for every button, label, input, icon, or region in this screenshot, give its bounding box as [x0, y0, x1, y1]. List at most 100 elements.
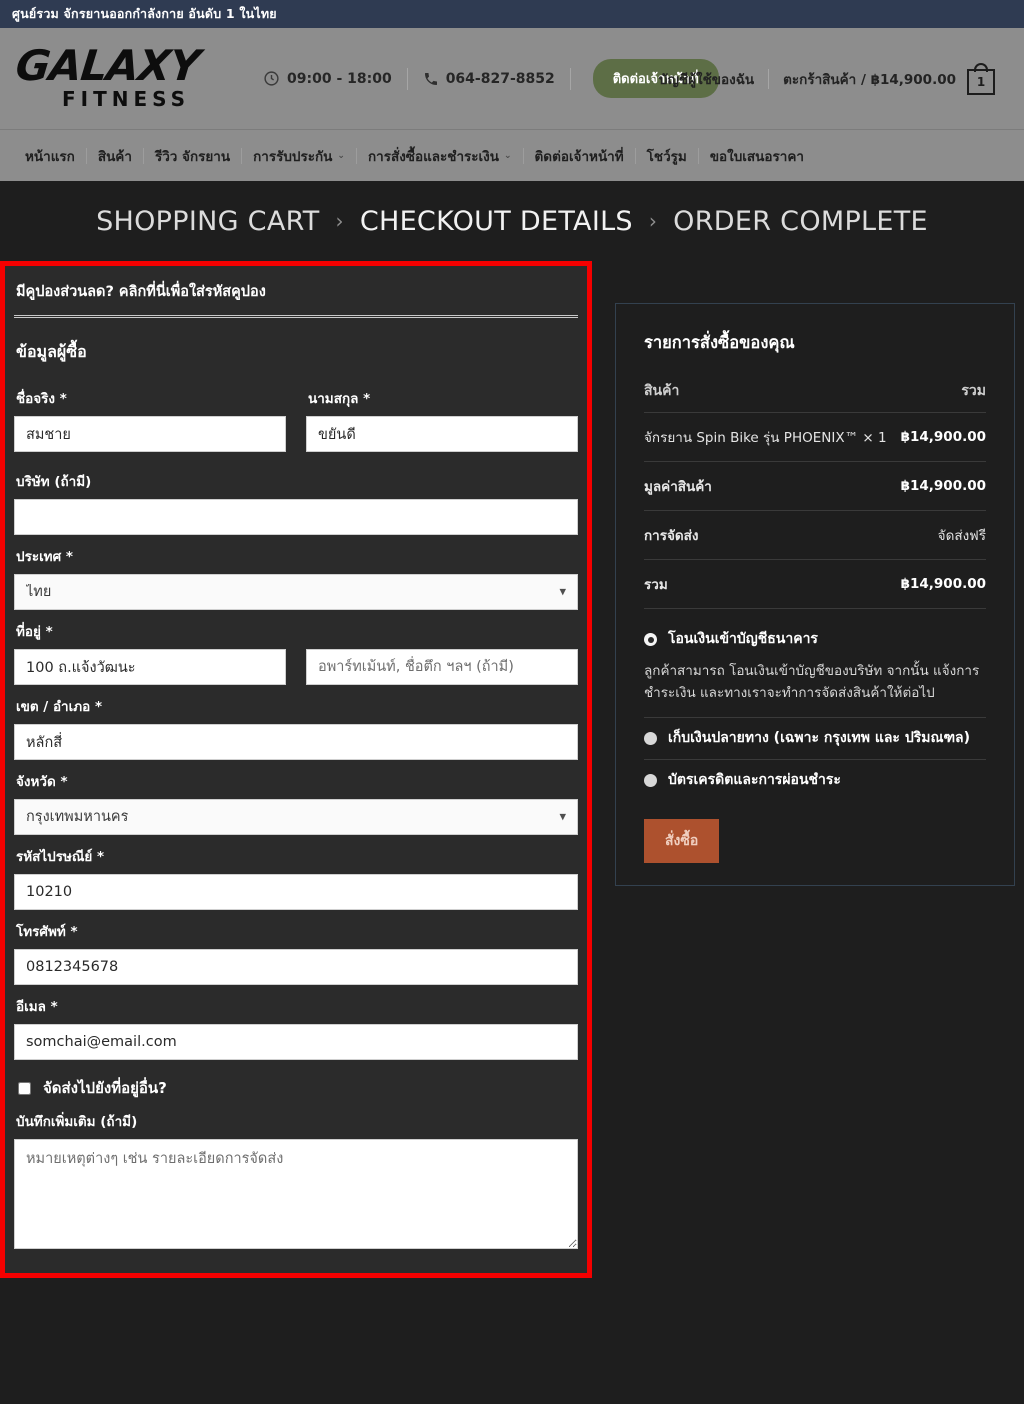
- nav-label: ติดต่อเจ้าหน้าที่: [534, 148, 624, 165]
- business-hours: 09:00 - 18:00: [248, 70, 407, 87]
- payment-method-credit-card-header[interactable]: บัตรเครดิตและการผ่อนชำระ: [644, 770, 986, 791]
- order-line-item-total: ฿14,900.00: [896, 412, 986, 462]
- last-name-input[interactable]: [306, 416, 578, 452]
- ship-to-different-address-label: จัดส่งไปยังที่อยู่อื่น?: [43, 1079, 167, 1097]
- payment-method-bank-transfer-label: โอนเงินเข้าบัญชีธนาคาร: [668, 631, 818, 647]
- country-select[interactable]: ไทย: [14, 574, 578, 610]
- phone-field: โทรศัพท์ *: [14, 920, 578, 985]
- order-notes-field: บันทึกเพิ่มเติม (ถ้ามี): [14, 1110, 578, 1253]
- business-hours-text: 09:00 - 18:00: [287, 70, 392, 87]
- nav-label: ขอใบเสนอราคา: [709, 148, 804, 165]
- radio-bank-transfer-icon[interactable]: [644, 633, 657, 646]
- payment-method-cod-label: เก็บเงินปลายทาง (เฉพาะ กรุงเทพ และ ปริมณ…: [668, 729, 971, 746]
- table-row: รวม ฿14,900.00: [644, 559, 986, 609]
- postcode-input[interactable]: [14, 874, 578, 910]
- nav-item-showroom[interactable]: โชว์รูม: [636, 145, 698, 167]
- district-label: เขต / อำเภอ *: [16, 699, 103, 715]
- country-select-wrapper: ไทย ▾: [14, 574, 578, 610]
- order-total-label: รวม: [644, 559, 897, 609]
- payment-method-credit-card[interactable]: บัตรเครดิตและการผ่อนชำระ: [644, 766, 986, 797]
- order-total-value: ฿14,900.00: [896, 559, 986, 609]
- country-label: ประเทศ *: [16, 549, 73, 565]
- nav-item-contact[interactable]: ติดต่อเจ้าหน้าที่: [524, 145, 635, 167]
- header-divider-2: [569, 67, 571, 90]
- nav-label: การรับประกัน: [253, 148, 333, 165]
- chevron-down-icon: ⌄: [337, 150, 345, 161]
- company-input[interactable]: [14, 499, 578, 535]
- breadcrumb-step-order-complete[interactable]: ORDER COMPLETE: [673, 206, 928, 237]
- billing-form-highlight-region: มีคูปองส่วนลด? คลิกที่นี่เพื่อใส่รหัสคูป…: [0, 261, 592, 1278]
- table-row: จักรยาน Spin Bike รุ่น PHOENIX™ × 1 ฿14,…: [644, 412, 986, 462]
- country-field: ประเทศ * ไทย ▾: [14, 545, 578, 610]
- payment-method-bank-transfer-description: ลูกค้าสามารถ โอนเงินเข้าบัญชีของบริษัท จ…: [644, 663, 980, 702]
- phone-input[interactable]: [14, 949, 578, 985]
- payment-methods-list: โอนเงินเข้าบัญชีธนาคาร ลูกค้าสามารถ โอนเ…: [644, 625, 986, 797]
- checkout-main: มีคูปองส่วนลด? คลิกที่นี่เพื่อใส่รหัสคูป…: [0, 261, 1024, 1278]
- table-row: มูลค่าสินค้า ฿14,900.00: [644, 461, 986, 511]
- company-field: บริษัท (ถ้ามี): [14, 470, 578, 535]
- shopping-bag-icon[interactable]: 1: [966, 62, 996, 95]
- place-order-button[interactable]: สั่งซื้อ: [644, 818, 720, 863]
- payment-method-bank-transfer-header[interactable]: โอนเงินเข้าบัญชีธนาคาร: [644, 629, 986, 650]
- cart-label: ตะกร้าสินค้า / ฿14,900.00: [783, 71, 956, 88]
- order-line-item-name: จักรยาน Spin Bike รุ่น PHOENIX™ × 1: [644, 412, 897, 462]
- province-label: จังหวัด *: [16, 774, 68, 790]
- announcement-text: ศูนย์รวม จักรยานออกกำลังกาย อันดับ 1 ในไ…: [12, 6, 277, 21]
- order-review-panel: รายการสั่งซื้อของคุณ สินค้า รวม จักรยาน …: [615, 303, 1015, 886]
- province-field: จังหวัด * กรุงเทพมหานคร ▾: [14, 770, 578, 835]
- first-name-field: ชื่อจริง *: [14, 379, 286, 452]
- district-field: เขต / อำเภอ *: [14, 695, 578, 760]
- order-shipping-value: จัดส่งฟรี: [896, 510, 986, 560]
- billing-section-title: ข้อมูลผู้ซื้อ: [16, 342, 87, 361]
- last-name-field: นามสกุล *: [306, 379, 578, 452]
- order-col-product: สินค้า: [644, 374, 897, 413]
- first-name-input[interactable]: [14, 416, 286, 452]
- first-name-label: ชื่อจริง *: [16, 391, 67, 407]
- site-header: GALAXY FITNESS 09:00 - 18:00 064-827-885…: [0, 28, 1024, 129]
- payment-divider: [644, 716, 986, 718]
- province-select[interactable]: กรุงเทพมหานคร: [14, 799, 578, 835]
- ship-to-different-address-toggle[interactable]: จัดส่งไปยังที่อยู่อื่น?: [18, 1076, 578, 1100]
- clock-icon: [263, 70, 280, 87]
- postcode-field: รหัสไปรษณีย์ *: [14, 845, 578, 910]
- email-field: อีเมล *: [14, 995, 578, 1060]
- nav-item-warranty[interactable]: การรับประกัน ⌄: [242, 145, 356, 167]
- payment-method-cod[interactable]: เก็บเงินปลายทาง (เฉพาะ กรุงเทพ และ ปริมณ…: [644, 724, 986, 766]
- nav-item-reviews[interactable]: รีวิว จักรยาน: [144, 145, 241, 167]
- nav-label: สินค้า: [97, 148, 132, 165]
- my-account-link[interactable]: บัญชีผู้ใช้ของฉัน: [645, 68, 768, 90]
- nav-label: หน้าแรก: [25, 148, 75, 165]
- cart-link[interactable]: ตะกร้าสินค้า / ฿14,900.00 1: [769, 62, 1008, 95]
- nav-item-products[interactable]: สินค้า: [87, 145, 143, 167]
- order-notes-textarea[interactable]: [14, 1139, 578, 1249]
- coupon-toggle[interactable]: มีคูปองส่วนลด? คลิกที่นี่เพื่อใส่รหัสคูป…: [14, 266, 578, 318]
- address-line1-wrapper: [14, 649, 286, 685]
- order-shipping-label: การจัดส่ง: [644, 510, 897, 560]
- radio-credit-card-icon[interactable]: [644, 773, 657, 787]
- email-input[interactable]: [14, 1024, 578, 1060]
- table-row: การจัดส่ง จัดส่งฟรี: [644, 510, 986, 560]
- site-logo[interactable]: GALAXY FITNESS: [13, 41, 226, 112]
- address-line2-input[interactable]: [306, 649, 578, 685]
- nav-item-ordering-payment[interactable]: การสั่งซื้อและชำระเงิน ⌄: [357, 145, 523, 167]
- order-col-total: รวม: [896, 374, 986, 413]
- payment-method-bank-transfer[interactable]: โอนเงินเข้าบัญชีธนาคาร ลูกค้าสามารถ โอนเ…: [644, 625, 986, 724]
- address-row: [14, 649, 578, 685]
- breadcrumb-step-shopping-cart[interactable]: SHOPPING CART: [96, 206, 319, 237]
- cart-count: 1: [967, 68, 995, 95]
- breadcrumb-step-checkout-details[interactable]: CHECKOUT DETAILS: [360, 206, 633, 237]
- province-select-wrapper: กรุงเทพมหานคร ▾: [14, 799, 578, 835]
- ship-to-different-address-checkbox[interactable]: [18, 1081, 31, 1095]
- phone-number[interactable]: 064-827-8852: [408, 71, 570, 87]
- district-input[interactable]: [14, 724, 578, 760]
- order-review-title: รายการสั่งซื้อของคุณ: [644, 333, 795, 352]
- payment-method-cod-header[interactable]: เก็บเงินปลายทาง (เฉพาะ กรุงเทพ และ ปริมณ…: [644, 728, 986, 749]
- logo-secondary-text: FITNESS: [61, 87, 191, 112]
- address-line1-input[interactable]: [14, 649, 286, 685]
- radio-cod-icon[interactable]: [644, 731, 657, 745]
- header-account-cart: บัญชีผู้ใช้ของฉัน ตะกร้าสินค้า / ฿14,900…: [645, 62, 1008, 95]
- order-notes-label: บันทึกเพิ่มเติม (ถ้ามี): [16, 1114, 138, 1130]
- nav-item-quotation[interactable]: ขอใบเสนอราคา: [699, 145, 815, 167]
- breadcrumb-separator: ›: [335, 209, 344, 233]
- nav-item-home[interactable]: หน้าแรก: [14, 145, 86, 167]
